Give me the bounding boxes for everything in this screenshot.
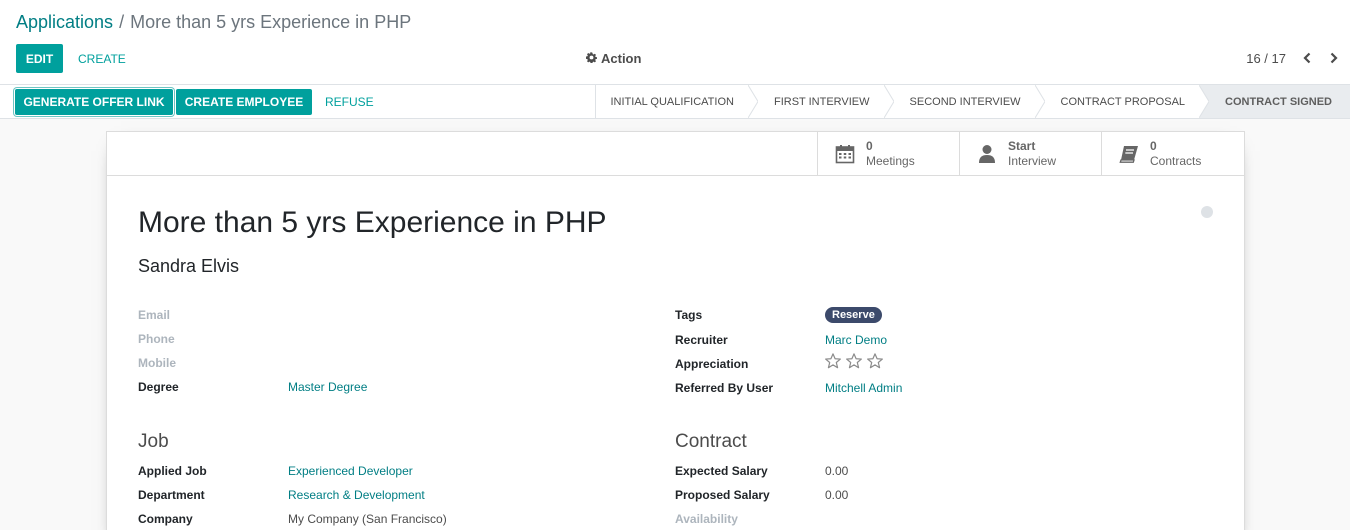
company-label: Company [138, 512, 193, 526]
stage-arrow-icon [1034, 85, 1045, 118]
pager-value[interactable]: 16 / 17 [1246, 44, 1286, 73]
pager-next-button[interactable] [1326, 50, 1342, 68]
stage-arrow-icon [1199, 85, 1210, 118]
tags-label: Tags [675, 308, 703, 322]
applied-job-field[interactable]: Experienced Developer [288, 463, 413, 479]
stage-label: CONTRACT PROPOSAL [1060, 95, 1186, 108]
stage-arrow-icon [747, 85, 758, 118]
appreciation-label: Appreciation [675, 357, 749, 371]
refuse-button[interactable]: REFUSE [325, 89, 374, 115]
chevron-left-icon [1302, 52, 1312, 67]
star-outline-icon[interactable] [824, 352, 842, 370]
calendar-icon [834, 143, 856, 165]
proposed-salary-field[interactable]: 0.00 [825, 487, 848, 503]
form-sheet: 0 Meetings Start Interview 0 Contracts More… [106, 131, 1245, 530]
stage-initial-qualification[interactable]: INITIAL QUALIFICATION [595, 85, 758, 118]
mobile-label: Mobile [138, 356, 176, 370]
degree-label: Degree [138, 380, 179, 394]
chevron-right-icon [1329, 52, 1339, 67]
kanban-state-indicator[interactable] [1201, 206, 1213, 218]
action-menu[interactable]: Action [586, 44, 641, 73]
stage-label: INITIAL QUALIFICATION [610, 95, 734, 108]
interview-start-text: Start [1008, 139, 1036, 153]
book-icon [1118, 143, 1140, 165]
star-outline-icon[interactable] [845, 352, 863, 370]
interview-label: Interview [1008, 154, 1057, 168]
applied-job-label: Applied Job [138, 464, 207, 478]
breadcrumb: Applications / More than 5 yrs Experience … [16, 10, 411, 34]
user-icon [976, 143, 998, 165]
create-employee-button[interactable]: CREATE EMPLOYEE [176, 89, 312, 115]
job-section-title: Job [138, 431, 169, 452]
department-label: Department [138, 488, 205, 502]
form-statusbar: GENERATE OFFER LINK CREATE EMPLOYEE REFU… [0, 85, 1350, 119]
breadcrumb-applications-link[interactable]: Applications [16, 12, 113, 32]
proposed-salary-label: Proposed Salary [675, 488, 770, 502]
tags-field[interactable]: Reserve [825, 306, 882, 323]
stage-label: SECOND INTERVIEW [909, 95, 1021, 108]
breadcrumb-current: More than 5 yrs Experience in PHP [130, 12, 412, 32]
referred-by-field[interactable]: Mitchell Admin [825, 380, 902, 396]
generate-offer-link-button[interactable]: GENERATE OFFER LINK [15, 89, 173, 115]
star-outline-icon[interactable] [866, 352, 884, 370]
referred-by-label: Referred By User [675, 381, 774, 395]
expected-salary-field[interactable]: 0.00 [825, 463, 848, 479]
phone-label: Phone [138, 332, 175, 346]
edit-button[interactable]: EDIT [16, 44, 63, 73]
smart-button-box: 0 Meetings Start Interview 0 Contracts [107, 132, 1244, 176]
pager-previous-button[interactable] [1299, 50, 1315, 68]
stage-second-interview[interactable]: SECOND INTERVIEW [884, 85, 1045, 118]
stage-pipeline: INITIAL QUALIFICATION FIRST INTERVIEW SE… [594, 85, 1350, 118]
stage-contract-proposal[interactable]: CONTRACT PROPOSAL [1035, 85, 1210, 118]
expected-salary-label: Expected Salary [675, 464, 768, 478]
email-label: Email [138, 308, 171, 322]
stage-arrow-icon [883, 85, 894, 118]
meetings-smart-button[interactable]: 0 Meetings [817, 132, 959, 176]
start-interview-smart-button[interactable]: Start Interview [959, 132, 1101, 176]
appreciation-stars [824, 352, 884, 374]
stage-label: FIRST INTERVIEW [773, 95, 870, 108]
gear-icon [586, 51, 601, 66]
tag-badge[interactable]: Reserve [825, 307, 882, 323]
company-field[interactable]: My Company (San Francisco) [288, 511, 447, 527]
stage-label: CONTRACT SIGNED [1225, 95, 1332, 108]
action-label: Action [601, 51, 642, 66]
contracts-smart-button[interactable]: 0 Contracts [1101, 132, 1243, 176]
control-panel: Applications / More than 5 yrs Experience … [0, 0, 1350, 85]
contracts-count: 0 [1150, 139, 1157, 153]
breadcrumb-separator: / [119, 12, 125, 32]
create-button[interactable]: CREATE [78, 44, 126, 73]
applicant-name: Sandra Elvis [138, 256, 240, 276]
department-field[interactable]: Research & Development [288, 487, 425, 503]
stage-contract-signed[interactable]: CONTRACT SIGNED [1200, 85, 1350, 118]
degree-field[interactable]: Master Degree [288, 379, 367, 395]
availability-label: Availability [675, 512, 738, 526]
meetings-count: 0 [866, 139, 873, 153]
record-title: More than 5 yrs Experience in PHP [138, 206, 607, 239]
recruiter-field[interactable]: Marc Demo [825, 332, 887, 348]
meetings-label: Meetings [866, 154, 915, 168]
contracts-label: Contracts [1150, 154, 1202, 168]
recruiter-label: Recruiter [675, 333, 728, 347]
contract-section-title: Contract [675, 431, 747, 452]
stage-first-interview[interactable]: FIRST INTERVIEW [748, 85, 894, 118]
